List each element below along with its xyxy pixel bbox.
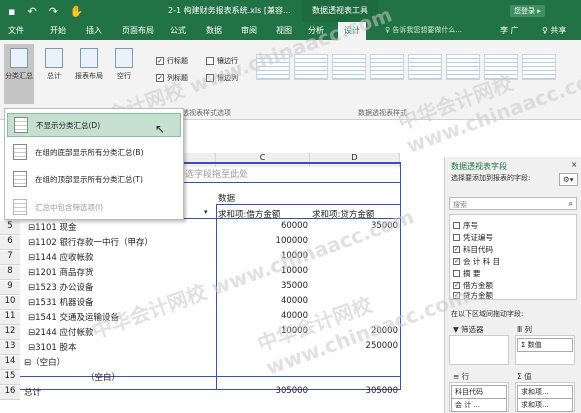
columns-field-pill[interactable]: Σ 数值 <box>517 338 573 352</box>
style-thumbnail[interactable] <box>446 54 480 80</box>
rows-field-pill[interactable]: 科目代码 <box>451 385 507 399</box>
style-thumbnail[interactable] <box>484 54 518 80</box>
menu-item-subtotals-bottom[interactable]: 在组的底部显示所有分类汇总(B) <box>7 140 181 164</box>
column-header-d[interactable]: D <box>310 153 400 167</box>
quick-access-toolbar: ▪ ↶ ↷ ✋ <box>0 5 84 18</box>
field-item[interactable]: ✓ 贷方金额 <box>453 290 493 301</box>
subtotals-icon <box>10 48 28 68</box>
table-row-total[interactable]: 16 总计 305000 305000 <box>0 386 444 400</box>
grand-totals-icon <box>45 48 63 68</box>
blank-rows-icon <box>115 48 133 68</box>
include-filtered-icon <box>13 199 27 215</box>
table-row[interactable]: 13 ⊟3101 股本 250000 <box>0 341 444 355</box>
undo-icon[interactable]: ↶ <box>27 5 36 18</box>
table-row[interactable]: 12 ⊟2144 应付帐款 10000 20000 <box>0 326 444 340</box>
column-header-c[interactable]: C <box>216 153 310 167</box>
search-icon: ⌕ <box>568 199 573 208</box>
row-headers-checkbox[interactable]: ✓ 行标题 <box>156 56 188 66</box>
gear-icon[interactable]: ⚙▾ <box>559 173 578 186</box>
tab-data[interactable]: 数据 <box>206 25 222 36</box>
field-item[interactable]: ✓ 会 计 科 目 <box>453 256 500 267</box>
table-row[interactable]: 8 ⊟1201 商品存货 10000 <box>0 266 444 280</box>
subtotals-top-icon <box>13 171 27 187</box>
drag-hint: 在以下区域间拖动字段: <box>451 310 524 318</box>
values-area-label: Σ 值 <box>517 372 532 381</box>
column-headers-checkbox[interactable]: ✓ 列标题 <box>156 73 188 83</box>
tab-insert[interactable]: 插入 <box>86 25 102 36</box>
filter-drop-hint: 筛选字段拖至此处 <box>176 170 249 180</box>
rows-area-label: ≡ 行 <box>453 372 470 381</box>
window-title: 2-1 构建财务报表系统.xls [兼容... <box>168 6 291 15</box>
filters-area[interactable] <box>449 335 509 365</box>
save-icon[interactable]: ▪ <box>8 5 15 18</box>
pivot-fields-pane: 数据透视表字段 × 选择要添加到报表的字段: ⚙▾ 搜索 ⌕ 序号 凭证编号 ✓… <box>444 157 581 413</box>
tab-view[interactable]: 视图 <box>276 25 292 36</box>
table-row[interactable]: 5 ⊟1101 现金 60000 35000 <box>0 221 444 235</box>
signin-button[interactable]: 您登录 ▸ <box>510 5 545 17</box>
filters-area-label: ▼ 筛选器 <box>453 325 484 334</box>
redo-icon[interactable]: ↷ <box>49 5 58 18</box>
table-row[interactable]: 10 ⊟1531 机器设备 40000 <box>0 296 444 310</box>
columns-area-label: Ⅲ 列 <box>517 325 533 334</box>
tab-file[interactable]: 文件 <box>8 25 24 36</box>
table-row[interactable]: 9 ⊟1523 办公设备 35000 <box>0 281 444 295</box>
tab-analyze[interactable]: 分析 <box>308 25 324 36</box>
values-field-pill[interactable]: 求和项... <box>517 398 573 412</box>
close-icon[interactable]: × <box>571 160 577 169</box>
table-row[interactable]: 11 ⊟1541 交通及运输设备 40000 <box>0 311 444 325</box>
style-thumbnail[interactable] <box>332 54 366 80</box>
menu-item-include-filtered: 汇总中包含筛选项(I) <box>7 195 181 219</box>
banded-columns-checkbox[interactable]: 镶边列 <box>206 73 238 83</box>
user-name[interactable]: 李 广 <box>500 25 519 36</box>
blank-rows-button[interactable]: 空行 <box>110 48 138 81</box>
field-search-input[interactable]: 搜索 ⌕ <box>449 197 577 210</box>
menu-item-subtotals-top[interactable]: 在组的顶部显示所有分类汇总(T) <box>7 167 181 191</box>
ribbon-tabs: 文件 开始 插入 页面布局 公式 数据 审阅 视图 分析 设计 ♀ 告诉我您想要… <box>0 22 581 41</box>
tab-page-layout[interactable]: 页面布局 <box>122 25 154 36</box>
title-bar: ▪ ↶ ↷ ✋ 2-1 构建财务报表系统.xls [兼容... 数据透视表工具 … <box>0 0 581 22</box>
style-thumbnail[interactable] <box>408 54 442 80</box>
column-header-b[interactable] <box>184 153 216 167</box>
tab-design[interactable]: 设计 <box>338 22 366 41</box>
tell-me-search[interactable]: ♀ 告诉我您想要做什么... <box>385 25 462 35</box>
style-thumbnail[interactable] <box>294 54 328 80</box>
grand-totals-button[interactable]: 总计 <box>40 48 68 81</box>
banded-rows-checkbox[interactable]: 镶边行 <box>206 56 238 66</box>
touch-mode-icon[interactable]: ✋ <box>70 5 84 18</box>
filter-dropdown-icon[interactable]: ▾ <box>204 208 208 216</box>
share-button[interactable]: ♀ 共享 <box>542 25 566 36</box>
field-item[interactable]: ✓ 科目代码 <box>453 244 493 255</box>
table-row[interactable]: 14 ⊟（空白） <box>0 356 444 370</box>
report-layout-button[interactable]: 报表布局 <box>74 48 104 81</box>
tab-home[interactable]: 开始 <box>50 25 66 36</box>
pivot-tools-label: 数据透视表工具 <box>302 0 378 22</box>
style-thumbnail[interactable] <box>370 54 404 80</box>
values-field-pill[interactable]: 求和项... <box>517 385 573 399</box>
style-thumbnail[interactable] <box>522 54 556 80</box>
style-thumbnail[interactable] <box>256 54 290 80</box>
no-subtotals-icon <box>14 117 28 133</box>
mouse-cursor-icon: ↖ <box>155 122 166 136</box>
styles-group-label: 数据透视表样式 <box>358 109 407 117</box>
subtotals-bottom-icon <box>13 144 27 160</box>
table-row[interactable]: 6 ⊟1102 银行存款一中行（甲存） 100000 <box>0 236 444 250</box>
field-item[interactable]: 序号 <box>453 220 478 231</box>
tab-formulas[interactable]: 公式 <box>170 25 186 36</box>
subtotals-button[interactable]: 分类汇总 <box>4 44 34 104</box>
rows-field-pill[interactable]: 会 计 ... <box>451 398 507 412</box>
tab-review[interactable]: 审阅 <box>241 25 257 36</box>
pane-title: 数据透视表字段 <box>451 162 507 171</box>
data-label: 数据 <box>218 194 236 204</box>
table-row[interactable]: 15 （空白） <box>0 371 444 385</box>
report-layout-icon <box>80 48 98 68</box>
field-item[interactable]: 摘 要 <box>453 268 480 279</box>
field-item[interactable]: 凭证编号 <box>453 232 493 243</box>
pane-subtitle: 选择要添加到报表的字段: <box>451 174 531 182</box>
table-row[interactable]: 7 ⊟1144 应收帐款 10000 <box>0 251 444 265</box>
